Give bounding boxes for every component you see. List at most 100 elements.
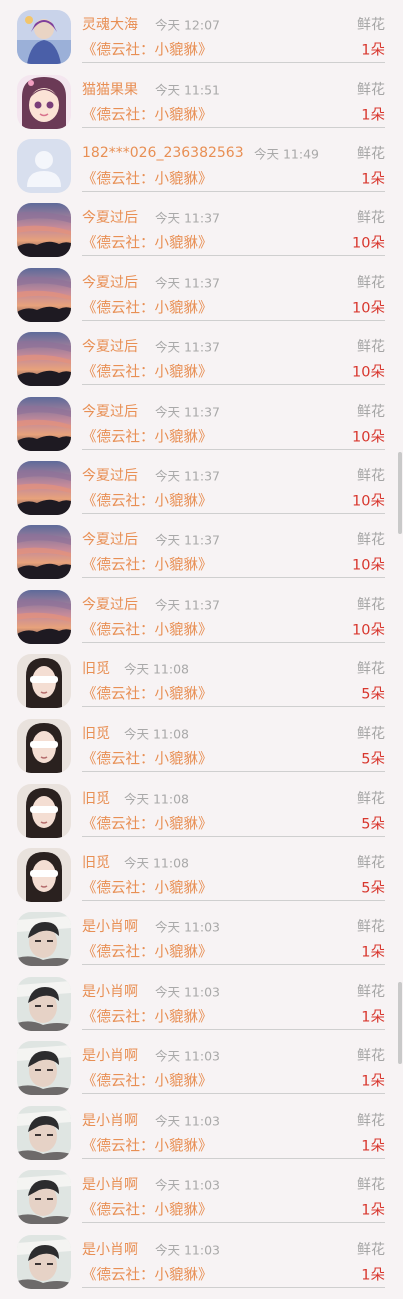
gift-record-row[interactable]: 旧觅 今天 11:08 鲜花 《德云社：小貔貅》 5朵 xyxy=(0,784,403,848)
gift-record-row[interactable]: 今夏过后 今天 11:37 鲜花 《德云社：小貔貅》 10朵 xyxy=(0,332,403,396)
work-title-link[interactable]: 《德云社：小貔貅》 xyxy=(82,1135,213,1156)
row-divider xyxy=(82,577,385,578)
user-name[interactable]: 猫猫果果 xyxy=(82,79,138,99)
user-name[interactable]: 灵魂大海 xyxy=(82,14,138,34)
gift-record-row[interactable]: 是小肖啊 今天 11:03 鲜花 《德云社：小貔貅》 1朵 xyxy=(0,912,403,976)
record-time: 今天 11:03 xyxy=(155,1177,220,1193)
gift-record-row[interactable]: 是小肖啊 今天 11:03 鲜花 《德云社：小貔貅》 1朵 xyxy=(0,1170,403,1234)
avatar-boy-photo-icon[interactable] xyxy=(17,912,71,966)
user-name[interactable]: 是小肖啊 xyxy=(82,916,138,936)
row-divider xyxy=(82,706,385,707)
avatar-sunset-icon[interactable] xyxy=(17,332,71,386)
avatar-default-icon[interactable] xyxy=(17,139,71,193)
user-name[interactable]: 今夏过后 xyxy=(82,401,138,421)
work-title-link[interactable]: 《德云社：小貔貅》 xyxy=(82,168,213,189)
gift-type-label: 鲜花 xyxy=(357,339,385,355)
gift-record-row[interactable]: 今夏过后 今天 11:37 鲜花 《德云社：小貔貅》 10朵 xyxy=(0,268,403,332)
avatar-boy-photo-icon[interactable] xyxy=(17,1106,71,1160)
avatar-boy-photo-icon[interactable] xyxy=(17,1235,71,1289)
gift-record-row[interactable]: 182***026_236382563 今天 11:49 鲜花 《德云社：小貔貅》 1朵 xyxy=(0,139,403,203)
work-title-link[interactable]: 《德云社：小貔貅》 xyxy=(82,490,213,511)
user-name[interactable]: 是小肖啊 xyxy=(82,1045,138,1065)
gift-record-row[interactable]: 今夏过后 今天 11:37 鲜花 《德云社：小貔貅》 10朵 xyxy=(0,525,403,589)
work-title-link[interactable]: 《德云社：小貔貅》 xyxy=(82,1199,213,1220)
avatar-sunset-icon[interactable] xyxy=(17,590,71,644)
avatar-boy-photo-icon[interactable] xyxy=(17,1041,71,1095)
avatar-sunset-icon[interactable] xyxy=(17,397,71,451)
user-name[interactable]: 是小肖啊 xyxy=(82,1110,138,1130)
work-title-link[interactable]: 《德云社：小貔貅》 xyxy=(82,1264,213,1285)
record-time: 今天 11:08 xyxy=(124,726,189,742)
gift-record-row[interactable]: 旧觅 今天 11:08 鲜花 《德云社：小貔貅》 5朵 xyxy=(0,654,403,718)
gift-record-row[interactable]: 今夏过后 今天 11:37 鲜花 《德云社：小貔貅》 10朵 xyxy=(0,461,403,525)
scrollbar-lower[interactable] xyxy=(398,982,402,1064)
work-title-link[interactable]: 《德云社：小貔貅》 xyxy=(82,361,213,382)
work-title-link[interactable]: 《德云社：小貔貅》 xyxy=(82,104,213,125)
work-title-link[interactable]: 《德云社：小貔貅》 xyxy=(82,877,213,898)
gift-record-row[interactable]: 是小肖啊 今天 11:03 鲜花 《德云社：小貔貅》 1朵 xyxy=(0,1041,403,1105)
user-name[interactable]: 今夏过后 xyxy=(82,207,138,227)
work-title-link[interactable]: 《德云社：小貔貅》 xyxy=(82,619,213,640)
record-time: 今天 11:37 xyxy=(155,468,220,484)
avatar-art-icon[interactable] xyxy=(17,10,71,64)
work-title-link[interactable]: 《德云社：小貔貅》 xyxy=(82,813,213,834)
user-name[interactable]: 是小肖啊 xyxy=(82,1174,138,1194)
gift-record-row[interactable]: 旧觅 今天 11:08 鲜花 《德云社：小貔貅》 5朵 xyxy=(0,719,403,783)
work-title-link[interactable]: 《德云社：小貔貅》 xyxy=(82,941,213,962)
user-name[interactable]: 是小肖啊 xyxy=(82,981,138,1001)
avatar-sunset-icon[interactable] xyxy=(17,268,71,322)
avatar-cartoon-girl-icon[interactable] xyxy=(17,75,71,129)
row-divider xyxy=(82,964,385,965)
gift-record-row[interactable]: 今夏过后 今天 11:37 鲜花 《德云社：小貔貅》 10朵 xyxy=(0,203,403,267)
gift-record-row[interactable]: 旧觅 今天 11:08 鲜花 《德云社：小貔貅》 5朵 xyxy=(0,848,403,912)
row-divider xyxy=(82,1287,385,1288)
avatar-boy-photo-icon[interactable] xyxy=(17,977,71,1031)
gift-record-row[interactable]: 猫猫果果 今天 11:51 鲜花 《德云社：小貔貅》 1朵 xyxy=(0,75,403,139)
avatar-sunset-icon[interactable] xyxy=(17,203,71,257)
record-time: 今天 11:49 xyxy=(254,146,319,162)
work-title-link[interactable]: 《德云社：小貔貅》 xyxy=(82,748,213,769)
user-name[interactable]: 旧觅 xyxy=(82,723,110,743)
user-name[interactable]: 今夏过后 xyxy=(82,529,138,549)
avatar-girl-photo-icon[interactable] xyxy=(17,719,71,773)
gift-count: 5朵 xyxy=(361,686,385,703)
avatar-girl-photo-icon[interactable] xyxy=(17,784,71,838)
user-name[interactable]: 今夏过后 xyxy=(82,465,138,485)
work-title-link[interactable]: 《德云社：小貔貅》 xyxy=(82,297,213,318)
row-divider xyxy=(82,255,385,256)
work-title-link[interactable]: 《德云社：小貔貅》 xyxy=(82,426,213,447)
work-title-link[interactable]: 《德云社：小貔貅》 xyxy=(82,232,213,253)
work-title-link[interactable]: 《德云社：小貔貅》 xyxy=(82,39,213,60)
user-name[interactable]: 今夏过后 xyxy=(82,594,138,614)
work-title-link[interactable]: 《德云社：小貔貅》 xyxy=(82,1006,213,1027)
row-divider xyxy=(82,836,385,837)
row-divider xyxy=(82,1222,385,1223)
user-name[interactable]: 旧觅 xyxy=(82,788,110,808)
gift-type-label: 鲜花 xyxy=(357,404,385,420)
gift-record-row[interactable]: 灵魂大海 今天 12:07 鲜花 《德云社：小貔貅》 1朵 xyxy=(0,10,403,74)
avatar-girl-photo-icon[interactable] xyxy=(17,654,71,708)
user-name[interactable]: 今夏过后 xyxy=(82,272,138,292)
gift-record-row[interactable]: 今夏过后 今天 11:37 鲜花 《德云社：小貔貅》 10朵 xyxy=(0,590,403,654)
user-name[interactable]: 今夏过后 xyxy=(82,336,138,356)
record-time: 今天 11:51 xyxy=(155,82,220,98)
gift-count: 1朵 xyxy=(361,1009,385,1026)
user-name[interactable]: 182***026_236382563 xyxy=(82,145,244,161)
avatar-boy-photo-icon[interactable] xyxy=(17,1170,71,1224)
gift-record-row[interactable]: 是小肖啊 今天 11:03 鲜花 《德云社：小貔貅》 1朵 xyxy=(0,1235,403,1299)
avatar-sunset-icon[interactable] xyxy=(17,525,71,579)
scrollbar-upper[interactable] xyxy=(398,452,402,534)
gift-record-row[interactable]: 是小肖啊 今天 11:03 鲜花 《德云社：小貔貅》 1朵 xyxy=(0,977,403,1041)
work-title-link[interactable]: 《德云社：小貔貅》 xyxy=(82,554,213,575)
avatar-girl-photo-icon[interactable] xyxy=(17,848,71,902)
work-title-link[interactable]: 《德云社：小貔貅》 xyxy=(82,683,213,704)
gift-record-row[interactable]: 今夏过后 今天 11:37 鲜花 《德云社：小貔貅》 10朵 xyxy=(0,397,403,461)
user-name[interactable]: 旧觅 xyxy=(82,852,110,872)
user-name[interactable]: 是小肖啊 xyxy=(82,1239,138,1259)
gift-count: 1朵 xyxy=(361,944,385,961)
gift-record-row[interactable]: 是小肖啊 今天 11:03 鲜花 《德云社：小貔貅》 1朵 xyxy=(0,1106,403,1170)
work-title-link[interactable]: 《德云社：小貔貅》 xyxy=(82,1070,213,1091)
avatar-sunset-icon[interactable] xyxy=(17,461,71,515)
user-name[interactable]: 旧觅 xyxy=(82,658,110,678)
gift-count: 10朵 xyxy=(352,493,385,510)
